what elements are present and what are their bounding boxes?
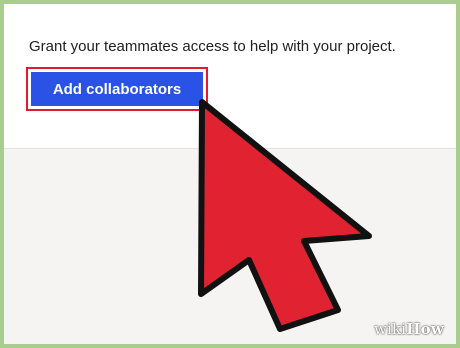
- screenshot-frame: Grant your teammates access to help with…: [0, 0, 460, 348]
- collaborators-description: Grant your teammates access to help with…: [29, 38, 396, 55]
- add-collaborators-label: Add collaborators: [31, 72, 203, 106]
- watermark-how: How: [406, 320, 444, 338]
- collaborators-panel: Grant your teammates access to help with…: [4, 4, 456, 149]
- add-collaborators-button[interactable]: Add collaborators: [26, 67, 208, 111]
- watermark-wiki: wiki: [373, 320, 407, 338]
- wikihow-watermark: wikiHow: [374, 320, 444, 338]
